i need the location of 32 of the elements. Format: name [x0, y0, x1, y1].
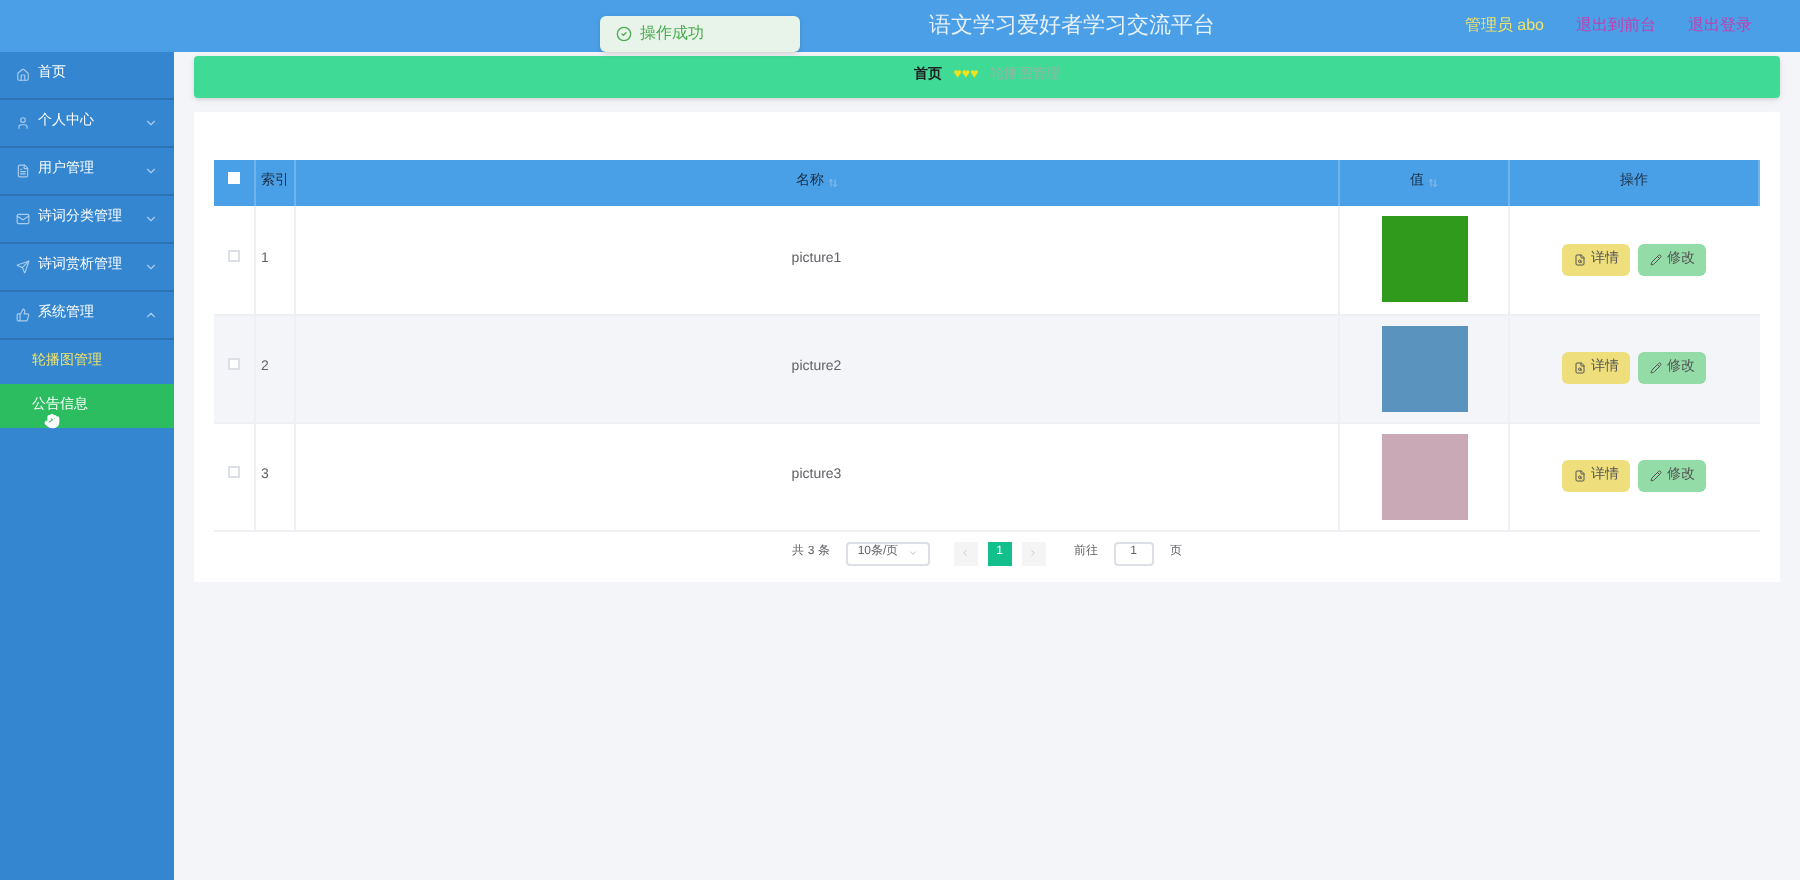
home-icon — [16, 68, 30, 82]
paper-plane-icon — [16, 260, 30, 274]
row-checkbox[interactable] — [227, 465, 240, 478]
mail-icon — [16, 212, 30, 226]
toast-message: 操作成功 — [640, 22, 704, 46]
sort-icon[interactable] — [1428, 178, 1438, 188]
chevron-down-icon — [144, 260, 158, 274]
site-title: 语文学习爱好者学习交流平台 — [929, 11, 1216, 42]
pencil-icon — [1650, 253, 1663, 266]
admin-username: 管理员 abo — [1464, 14, 1544, 38]
user-icon — [16, 116, 30, 130]
hand-cursor-icon — [44, 412, 60, 430]
document-icon — [1574, 362, 1587, 374]
chevron-right-icon — [1028, 548, 1039, 558]
chevron-up-icon — [144, 308, 158, 322]
pencil-icon — [1650, 362, 1663, 374]
sort-icon[interactable] — [827, 178, 838, 188]
chevron-down-icon — [144, 212, 158, 226]
chevron-down-icon — [144, 164, 158, 178]
document-icon — [1574, 470, 1587, 482]
next-page-button[interactable] — [1021, 541, 1046, 565]
chevron-left-icon — [960, 548, 971, 558]
row-checkbox[interactable] — [227, 249, 240, 261]
document-icon — [1574, 253, 1587, 266]
row-checkbox[interactable] — [227, 357, 240, 370]
success-icon — [616, 26, 632, 42]
previous-page-button[interactable] — [953, 541, 978, 565]
thumbs-up-icon — [16, 308, 30, 322]
document-icon — [16, 164, 30, 178]
chevron-down-icon — [907, 548, 918, 558]
pencil-icon — [1650, 470, 1663, 482]
chevron-down-icon — [144, 116, 158, 130]
